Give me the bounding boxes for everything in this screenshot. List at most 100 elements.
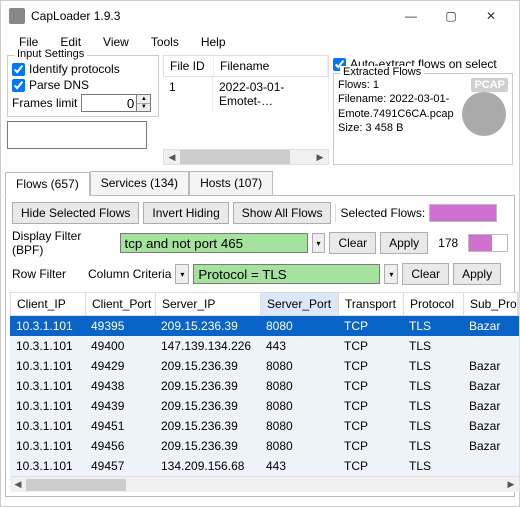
- table-row[interactable]: 10.3.1.10149457134.209.156.68443TCPTLS: [10, 456, 519, 476]
- minimize-button[interactable]: —: [391, 9, 431, 23]
- cell: 209.15.236.39: [155, 436, 260, 456]
- parse-dns-input[interactable]: [12, 79, 25, 92]
- window-title: CapLoader 1.9.3: [31, 9, 391, 23]
- bpf-dropdown[interactable]: ▾: [312, 233, 326, 253]
- tab-1[interactable]: Services (134): [90, 171, 189, 195]
- cell: 443: [260, 456, 338, 476]
- tab-0[interactable]: Flows (657): [5, 172, 90, 196]
- pcap-drop-target[interactable]: PCAP: [456, 78, 508, 138]
- invert-hiding-button[interactable]: Invert Hiding: [143, 202, 228, 224]
- cell: 49439: [85, 396, 155, 416]
- scroll-right-icon[interactable]: ▶: [312, 152, 328, 163]
- cell: 49400: [85, 336, 155, 356]
- show-all-button[interactable]: Show All Flows: [233, 202, 332, 224]
- cell: Bazar: [463, 436, 517, 456]
- cell: TCP: [338, 456, 403, 476]
- menu-view[interactable]: View: [95, 33, 143, 51]
- grid-col-server_port[interactable]: Server_Port: [261, 293, 339, 315]
- cell: TLS: [403, 456, 463, 476]
- cell: 147.139.134.226: [155, 336, 260, 356]
- cell: Bazar: [463, 316, 517, 336]
- identify-protocols-input[interactable]: [12, 63, 25, 76]
- grid-col-protocol[interactable]: Protocol: [404, 293, 464, 315]
- pcap-icon: [462, 92, 506, 136]
- tab-2[interactable]: Hosts (107): [189, 171, 273, 195]
- filelist-row[interactable]: 1 2022-03-01-Emotet-…: [163, 77, 329, 111]
- cell: 209.15.236.39: [155, 416, 260, 436]
- rowfilter-clear-button[interactable]: Clear: [402, 263, 449, 285]
- cell: [463, 456, 517, 476]
- cell: TCP: [338, 356, 403, 376]
- extracted-flows-count: Flows: 1: [338, 78, 454, 92]
- grid-scroll-left-icon[interactable]: ◀: [10, 479, 26, 490]
- scroll-thumb[interactable]: [180, 150, 290, 164]
- cell: 49438: [85, 376, 155, 396]
- table-row[interactable]: 10.3.1.10149429209.15.236.398080TCPTLSBa…: [10, 356, 519, 376]
- cell: TCP: [338, 336, 403, 356]
- close-button[interactable]: ✕: [471, 9, 511, 23]
- extracted-size: Size: 3 458 B: [338, 121, 454, 135]
- cell: 209.15.236.39: [155, 356, 260, 376]
- filelist-col-filename[interactable]: Filename: [214, 56, 328, 76]
- menu-help[interactable]: Help: [193, 33, 240, 51]
- menu-tools[interactable]: Tools: [143, 33, 193, 51]
- cell: [463, 336, 517, 356]
- grid-col-client_port[interactable]: Client_Port: [86, 293, 156, 315]
- cell: 209.15.236.39: [155, 376, 260, 396]
- grid-col-client_ip[interactable]: Client_IP: [11, 293, 86, 315]
- cell: 10.3.1.101: [10, 416, 85, 436]
- filelist-cell-id: 1: [163, 77, 213, 111]
- cell: 49429: [85, 356, 155, 376]
- bpf-apply-button[interactable]: Apply: [380, 232, 428, 254]
- table-row[interactable]: 10.3.1.10149456209.15.236.398080TCPTLSBa…: [10, 436, 519, 456]
- cell: TLS: [403, 376, 463, 396]
- cell: TCP: [338, 376, 403, 396]
- cell: TLS: [403, 416, 463, 436]
- cell: 443: [260, 336, 338, 356]
- scroll-left-icon[interactable]: ◀: [164, 152, 180, 163]
- cell: 49457: [85, 456, 155, 476]
- grid-col-server_ip[interactable]: Server_IP: [156, 293, 261, 315]
- cell: TCP: [338, 416, 403, 436]
- cell: 134.209.156.68: [155, 456, 260, 476]
- rowfilter-apply-button[interactable]: Apply: [453, 263, 501, 285]
- table-row[interactable]: 10.3.1.10149395209.15.236.398080TCPTLSBa…: [10, 316, 519, 336]
- cell: 10.3.1.101: [10, 376, 85, 396]
- grid-scroll-thumb[interactable]: [26, 479, 126, 491]
- frames-limit-label: Frames limit: [12, 96, 77, 110]
- bpf-input[interactable]: [120, 233, 308, 253]
- cell: TLS: [403, 336, 463, 356]
- frames-limit-input[interactable]: [81, 94, 137, 112]
- table-row[interactable]: 10.3.1.10149439209.15.236.398080TCPTLSBa…: [10, 396, 519, 416]
- identify-protocols-checkbox[interactable]: Identify protocols: [12, 62, 154, 76]
- cell: TCP: [338, 316, 403, 336]
- parse-dns-label: Parse DNS: [29, 78, 89, 92]
- filelist-col-id[interactable]: File ID: [164, 56, 214, 76]
- grid-col-sub_prot[interactable]: Sub_Prot: [464, 293, 518, 315]
- bpf-clear-button[interactable]: Clear: [329, 232, 376, 254]
- grid-hscroll[interactable]: ◀ ▶: [10, 476, 519, 492]
- bpf-label: Display Filter (BPF): [12, 229, 116, 257]
- frames-limit-spinner[interactable]: ▲▼: [137, 94, 151, 112]
- cell: TLS: [403, 316, 463, 336]
- maximize-button[interactable]: ▢: [431, 9, 471, 23]
- filelist-hscroll[interactable]: ◀ ▶: [163, 149, 329, 165]
- cell: TLS: [403, 356, 463, 376]
- parse-dns-checkbox[interactable]: Parse DNS: [12, 78, 154, 92]
- rowfilter-input[interactable]: [193, 264, 380, 284]
- app-icon: [9, 8, 25, 24]
- cell: TLS: [403, 396, 463, 416]
- table-row[interactable]: 10.3.1.10149438209.15.236.398080TCPTLSBa…: [10, 376, 519, 396]
- pcap-badge: PCAP: [471, 78, 508, 92]
- cell: 10.3.1.101: [10, 356, 85, 376]
- hide-selected-button[interactable]: Hide Selected Flows: [12, 202, 139, 224]
- cell: 8080: [260, 356, 338, 376]
- drop-area[interactable]: [7, 121, 147, 149]
- grid-col-transport[interactable]: Transport: [339, 293, 404, 315]
- rowfilter-dropdown[interactable]: ▾: [384, 264, 398, 284]
- grid-scroll-right-icon[interactable]: ▶: [503, 479, 519, 490]
- table-row[interactable]: 10.3.1.10149400147.139.134.226443TCPTLS: [10, 336, 519, 356]
- table-row[interactable]: 10.3.1.10149451209.15.236.398080TCPTLSBa…: [10, 416, 519, 436]
- criteria-dropdown[interactable]: ▾: [175, 264, 189, 284]
- cell: 49451: [85, 416, 155, 436]
